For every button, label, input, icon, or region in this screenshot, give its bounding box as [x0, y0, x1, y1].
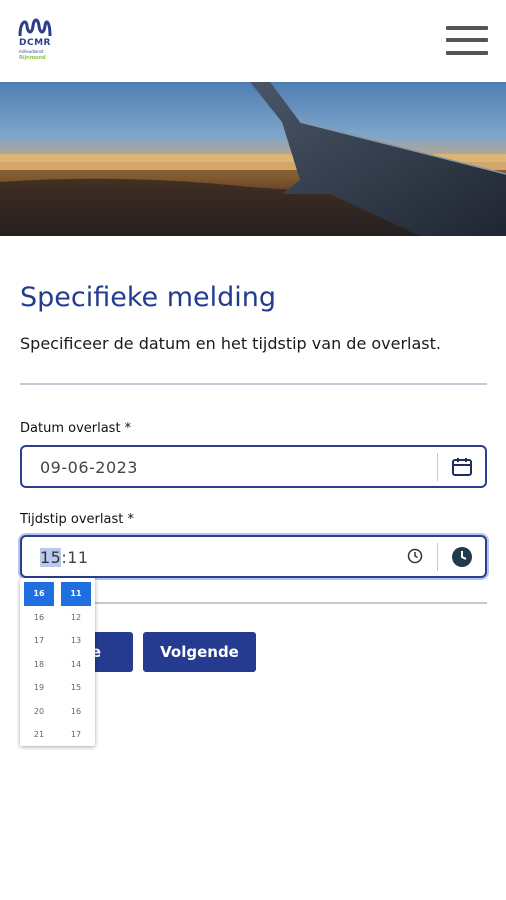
clock-small-icon[interactable]	[407, 548, 423, 568]
minute-option[interactable]: 12	[59, 606, 93, 630]
hour-option[interactable]: 21	[22, 723, 56, 747]
time-input[interactable]: 15:11	[20, 535, 487, 578]
section-divider	[20, 383, 487, 385]
date-value: 09-06-2023	[40, 458, 138, 477]
time-picker-dropdown: 16 16 17 18 19 20 21 11 12 13 14 15 16 1…	[20, 578, 95, 746]
logo-text: DCMR	[19, 38, 51, 48]
hour-option[interactable]: 20	[22, 700, 56, 724]
hour-option[interactable]: 16	[22, 606, 56, 630]
menu-button[interactable]	[446, 24, 488, 56]
time-hours[interactable]: 15	[40, 548, 62, 567]
calendar-button[interactable]	[438, 447, 485, 486]
date-label: Datum overlast *	[20, 421, 132, 436]
logo-subtitle: milieudienst	[19, 49, 44, 54]
time-minutes[interactable]: 11	[67, 548, 88, 567]
time-label: Tijdstip overlast *	[20, 512, 134, 527]
minute-option[interactable]: 16	[59, 700, 93, 724]
minute-option[interactable]: 15	[59, 676, 93, 700]
hero-image	[0, 82, 506, 236]
date-input[interactable]: 09-06-2023	[20, 445, 487, 488]
calendar-icon	[451, 457, 472, 476]
logo-mark-icon	[18, 18, 52, 37]
minute-option[interactable]: 17	[59, 723, 93, 747]
next-button[interactable]: Volgende	[143, 632, 256, 672]
hour-option[interactable]: 17	[22, 629, 56, 653]
logo-tagline: Rijnmond	[19, 55, 46, 61]
time-picker-button[interactable]	[438, 537, 485, 576]
clock-filled-icon	[451, 546, 472, 567]
hour-option[interactable]: 18	[22, 653, 56, 677]
hamburger-icon	[446, 26, 488, 30]
minute-option[interactable]: 13	[59, 629, 93, 653]
page-subtitle: Specificeer de datum en het tijdstip van…	[20, 334, 441, 353]
hour-option[interactable]: 19	[22, 676, 56, 700]
hours-column: 16 16 17 18 19 20 21	[22, 582, 56, 747]
hour-option[interactable]: 16	[24, 582, 54, 606]
time-value: 15:11	[40, 548, 89, 567]
minute-option[interactable]: 14	[59, 653, 93, 677]
minute-option[interactable]: 11	[61, 582, 91, 606]
app-header: DCMR milieudienst Rijnmond	[0, 0, 506, 82]
page-title: Specifieke melding	[20, 282, 277, 313]
minutes-column: 11 12 13 14 15 16 17	[59, 582, 93, 747]
